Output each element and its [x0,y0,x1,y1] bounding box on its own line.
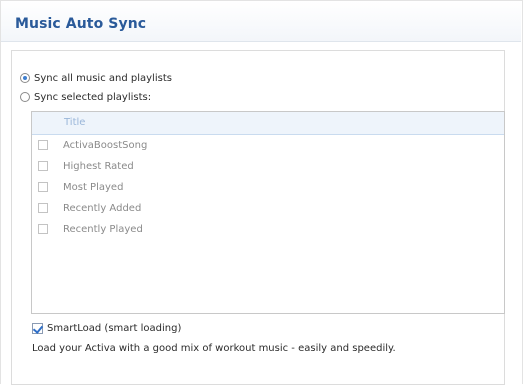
playlist-label: Recently Added [63,202,142,214]
window-title: Music Auto Sync [15,16,147,32]
checkbox-icon[interactable] [38,224,48,234]
radio-unselected-icon[interactable] [20,92,30,102]
checkbox-icon[interactable] [38,140,48,150]
playlist-list: Title ActivaBoostSong Highest Rated Most… [31,111,505,314]
checkbox-icon[interactable] [38,161,48,171]
window-header: Music Auto Sync [1,1,521,42]
sync-selected-label: Sync selected playlists: [34,91,152,103]
checkbox-icon[interactable] [38,203,48,213]
list-item[interactable]: Recently Added [38,198,141,218]
smartload-option[interactable]: SmartLoad (smart loading) [32,320,181,336]
list-item[interactable]: Recently Played [38,219,143,239]
list-column-header[interactable]: Title [32,112,504,135]
playlist-label: Highest Rated [63,160,134,172]
title-column-label: Title [64,117,86,128]
sync-all-label: Sync all music and playlists [34,72,172,84]
radio-selected-icon[interactable] [20,73,30,83]
smartload-description: Load your Activa with a good mix of work… [32,343,396,354]
checkmark-icon[interactable] [32,322,43,334]
sync-all-radio-option[interactable]: Sync all music and playlists [20,70,172,86]
list-item[interactable]: Most Played [38,177,123,197]
sync-selected-radio-option[interactable]: Sync selected playlists: [20,89,151,105]
list-item[interactable]: Highest Rated [38,156,134,176]
playlist-label: Most Played [63,181,124,193]
playlist-label: Recently Played [63,223,143,235]
smartload-label: SmartLoad (smart loading) [47,322,182,334]
list-item[interactable]: ActivaBoostSong [38,135,147,155]
playlist-label: ActivaBoostSong [63,139,148,151]
checkbox-icon[interactable] [38,182,48,192]
